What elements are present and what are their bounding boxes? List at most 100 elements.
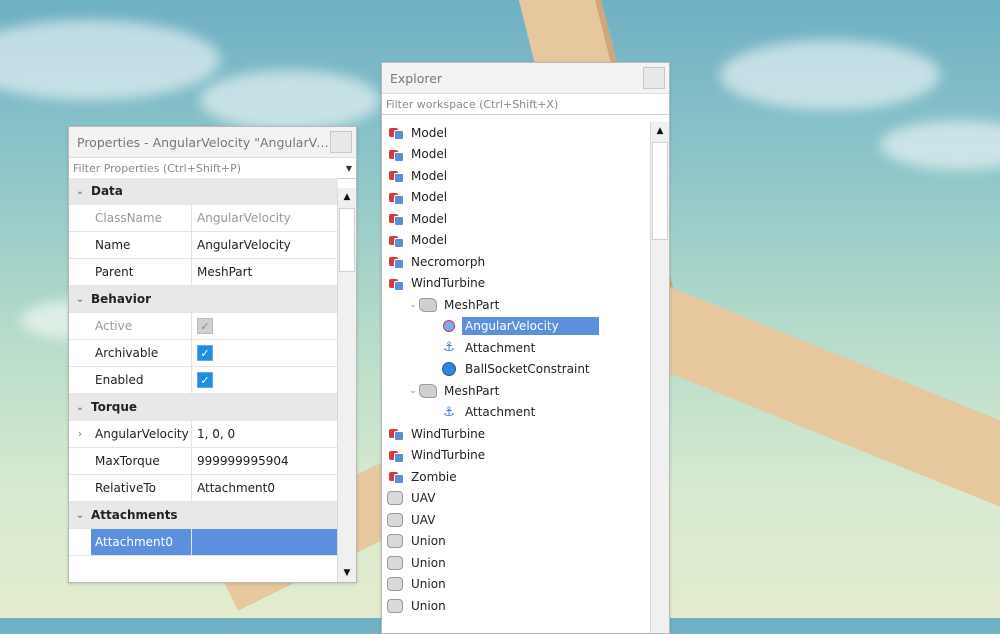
tree-item-label: Model	[411, 168, 448, 183]
property-row-relativeto[interactable]: RelativeTo Attachment0	[69, 475, 338, 502]
property-value[interactable]: 999999995904	[192, 448, 338, 474]
property-row-maxtorque[interactable]: MaxTorque 999999995904	[69, 448, 338, 475]
model-icon-glyph	[388, 234, 404, 248]
explorer-titlebar[interactable]: Explorer	[382, 63, 669, 94]
tree-item-windturbine[interactable]: WindTurbine	[382, 445, 651, 467]
scroll-down-icon[interactable]: ▼	[338, 564, 356, 582]
tree-item-necromorph[interactable]: Necromorph	[382, 251, 651, 273]
tree-item-label: Zombie	[411, 469, 457, 484]
chevron-down-icon[interactable]: ⌄	[69, 186, 91, 197]
properties-close-button[interactable]	[330, 131, 352, 153]
tree-item-label: BallSocketConstraint	[465, 362, 590, 377]
property-category-label: Data	[91, 184, 123, 198]
property-value[interactable]	[192, 529, 338, 555]
property-value[interactable]: MeshPart	[192, 259, 338, 285]
angular-velocity-icon-glyph	[443, 320, 455, 333]
property-category-label: Torque	[91, 400, 138, 414]
property-checkbox[interactable]: ✓	[197, 345, 213, 361]
tree-item-meshpart[interactable]: ⌄ MeshPart	[382, 294, 651, 316]
tree-item-ballsocketconstraint[interactable]: BallSocketConstraint	[382, 359, 651, 381]
attachment-icon-glyph: ⚓	[443, 340, 455, 356]
tree-item-union[interactable]: Union	[382, 595, 651, 617]
scroll-up-icon[interactable]: ▲	[338, 188, 356, 206]
tree-item-label: Model	[411, 233, 448, 248]
properties-scroll-thumb[interactable]	[339, 208, 355, 272]
tree-item-angularvelocity[interactable]: AngularVelocity	[382, 316, 651, 338]
tree-item-meshpart[interactable]: ⌄ MeshPart	[382, 380, 651, 402]
tree-item-union[interactable]: Union	[382, 531, 651, 553]
tree-item-uav[interactable]: UAV	[382, 488, 651, 510]
property-row-active[interactable]: Active ✓	[69, 313, 338, 340]
model-icon-glyph	[388, 191, 404, 205]
explorer-close-button[interactable]	[643, 67, 665, 89]
tree-item-model[interactable]: Model	[382, 165, 651, 187]
tree-item-windturbine[interactable]: WindTurbine	[382, 423, 651, 445]
property-value[interactable]: ✓	[192, 313, 338, 339]
property-row-classname[interactable]: ClassName AngularVelocity	[69, 205, 338, 232]
property-row-name[interactable]: Name AngularVelocity	[69, 232, 338, 259]
union-icon-glyph	[387, 512, 403, 527]
property-category-data[interactable]: ⌄ Data	[69, 178, 338, 205]
property-name: Enabled	[91, 367, 192, 393]
tree-item-union[interactable]: Union	[382, 574, 651, 596]
property-name: Attachment0	[91, 529, 192, 555]
tree-item-model[interactable]: Model	[382, 187, 651, 209]
chevron-down-icon[interactable]: ⌄	[69, 294, 91, 305]
chevron-down-icon[interactable]: ⌄	[69, 402, 91, 413]
tree-item-zombie[interactable]: Zombie	[382, 466, 651, 488]
union-icon	[386, 576, 404, 592]
properties-filter-placeholder: Filter Properties (Ctrl+Shift+P)	[73, 161, 242, 175]
tree-item-windturbine[interactable]: WindTurbine	[382, 273, 651, 295]
explorer-filter-input[interactable]: Filter workspace (Ctrl+Shift+X)	[382, 94, 669, 115]
property-value[interactable]: AngularVelocity	[192, 205, 338, 231]
explorer-title: Explorer	[390, 70, 443, 86]
tree-item-label: UAV	[411, 512, 436, 527]
property-value[interactable]: Attachment0	[192, 475, 338, 501]
tree-item-label: Union	[411, 555, 446, 570]
model-icon-glyph	[388, 255, 404, 270]
tree-item-label: MeshPart	[444, 297, 500, 312]
property-checkbox[interactable]: ✓	[197, 372, 213, 388]
chevron-down-icon[interactable]: ⌄	[407, 386, 419, 396]
model-icon	[386, 232, 404, 248]
filter-dropdown-icon[interactable]: ▼	[342, 164, 356, 173]
tree-item-union[interactable]: Union	[382, 552, 651, 574]
scroll-up-icon[interactable]: ▲	[651, 122, 669, 140]
tree-item-attachment[interactable]: ⚓ Attachment	[382, 337, 651, 359]
tree-item-attachment[interactable]: ⚓ Attachment	[382, 402, 651, 424]
tree-item-label: AngularVelocity	[462, 317, 599, 336]
property-row-attachment0[interactable]: Attachment0	[69, 529, 338, 556]
tree-item-model[interactable]: Model	[382, 144, 651, 166]
explorer-scrollbar[interactable]: ▲	[650, 122, 669, 633]
tree-item-uav[interactable]: UAV	[382, 509, 651, 531]
property-value[interactable]: ✓	[192, 367, 338, 393]
property-value[interactable]: AngularVelocity	[192, 232, 338, 258]
tree-item-model[interactable]: Model	[382, 208, 651, 230]
property-row-archivable[interactable]: Archivable ✓	[69, 340, 338, 367]
tree-item-model[interactable]: Model	[382, 230, 651, 252]
tree-item-label: WindTurbine	[411, 276, 486, 291]
model-icon-glyph	[388, 212, 404, 227]
union-icon	[386, 533, 404, 549]
property-row-angularvelocity[interactable]: › AngularVelocity 1, 0, 0	[69, 421, 338, 448]
chevron-down-icon[interactable]: ⌄	[69, 510, 91, 521]
chevron-down-icon[interactable]: ⌄	[407, 300, 419, 310]
property-value[interactable]: ✓	[192, 340, 338, 366]
property-row-enabled[interactable]: Enabled ✓	[69, 367, 338, 394]
property-category-behavior[interactable]: ⌄ Behavior	[69, 286, 338, 313]
cloud	[200, 70, 380, 130]
property-value[interactable]: 1, 0, 0	[192, 421, 338, 447]
explorer-scroll-thumb[interactable]	[652, 142, 668, 240]
chevron-right-icon[interactable]: ›	[69, 429, 91, 440]
ball-socket-constraint-icon-glyph	[442, 362, 456, 377]
properties-scrollbar[interactable]: ▲ ▼	[337, 188, 356, 582]
property-category-attachments[interactable]: ⌄ Attachments	[69, 502, 338, 529]
tree-item-model[interactable]: Model	[382, 122, 651, 144]
properties-titlebar[interactable]: Properties - AngularVelocity "AngularVel…	[69, 127, 356, 158]
model-icon	[386, 426, 404, 442]
model-icon	[386, 189, 404, 205]
property-category-torque[interactable]: ⌄ Torque	[69, 394, 338, 421]
properties-filter-input[interactable]: Filter Properties (Ctrl+Shift+P) ▼	[69, 158, 356, 179]
property-name: MaxTorque	[91, 448, 192, 474]
property-row-parent[interactable]: Parent MeshPart	[69, 259, 338, 286]
